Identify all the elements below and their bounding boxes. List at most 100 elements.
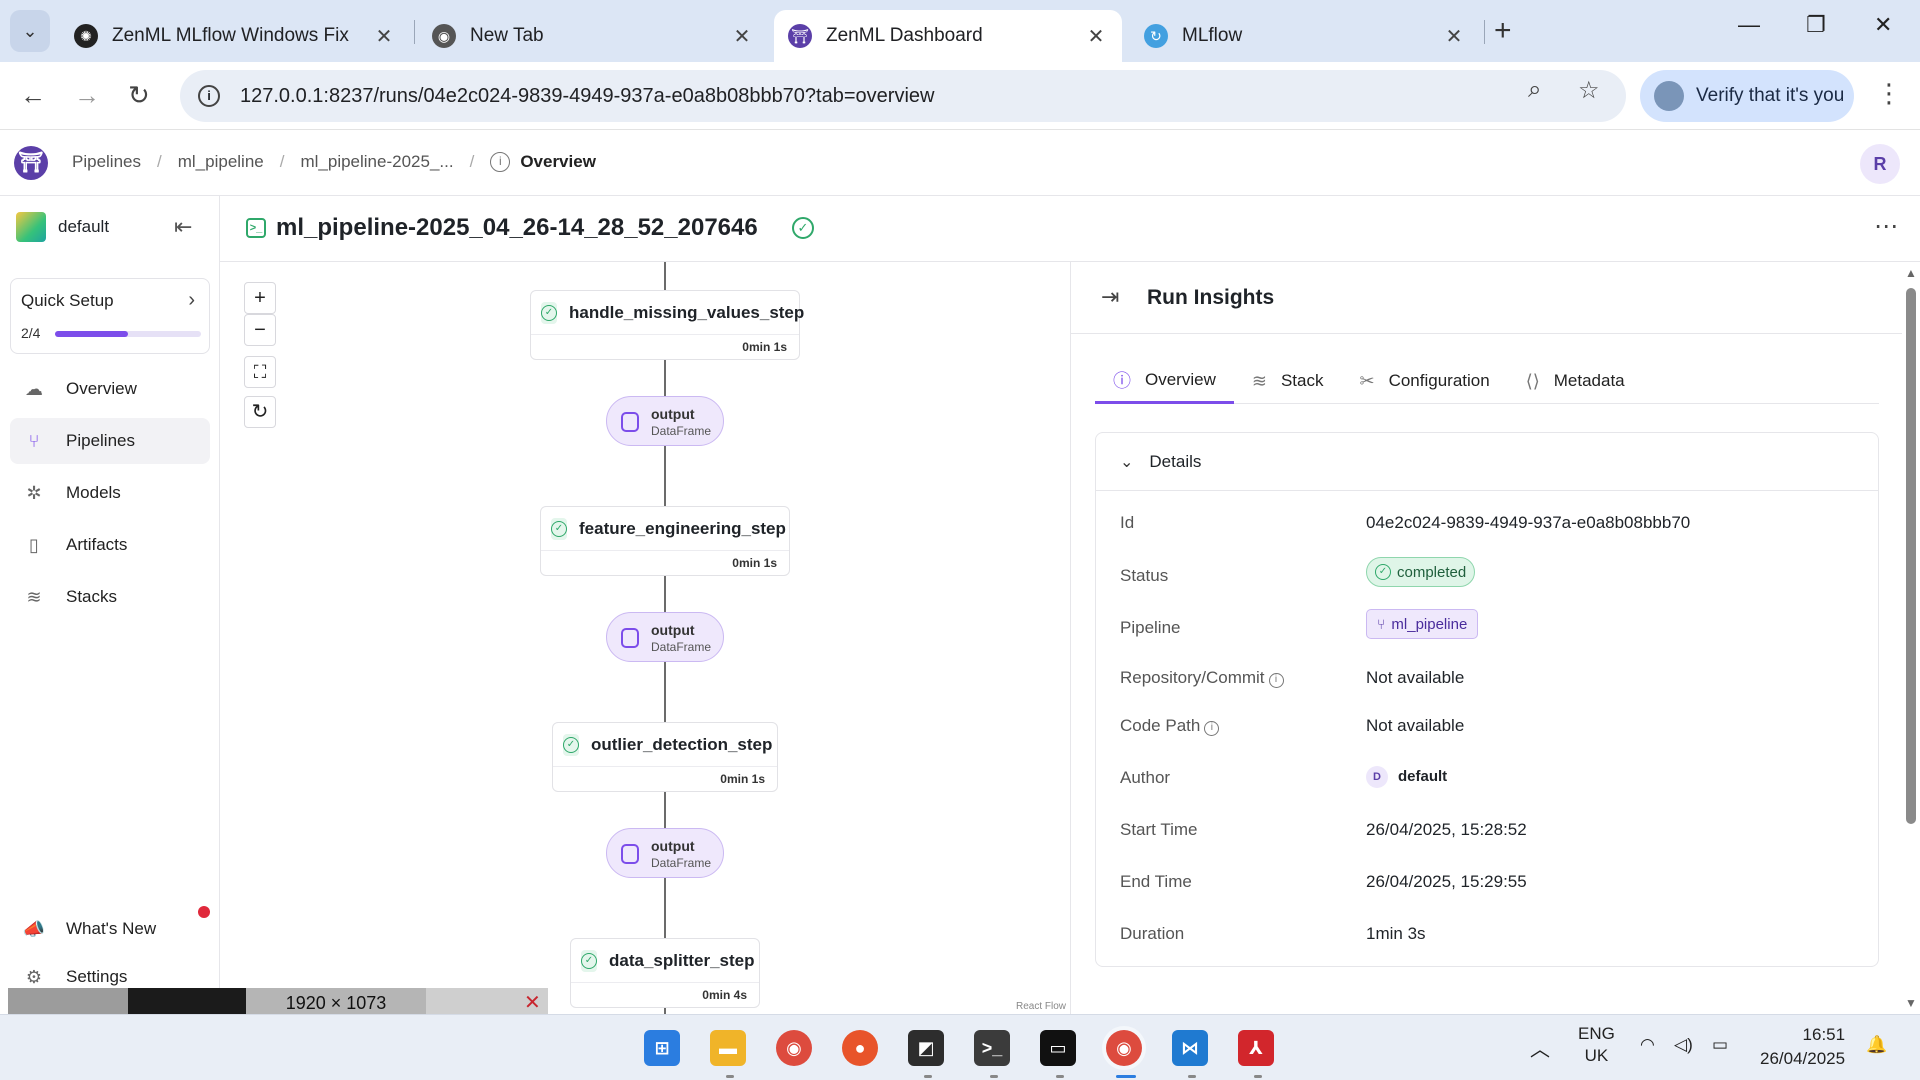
zoom-out-button[interactable]: − <box>244 314 276 346</box>
forward-arrow-icon[interactable]: → <box>74 80 100 111</box>
pipeline-badge[interactable]: ⑂ ml_pipeline <box>1366 609 1479 639</box>
recorder-icon[interactable]: ● <box>842 1030 878 1066</box>
sidebar-item-overview[interactable]: ☁ Overview <box>10 366 210 412</box>
close-tab-icon[interactable]: ✕ <box>730 24 754 49</box>
sidebar-item-models[interactable]: ✲ Models <box>10 470 210 516</box>
zoom-icon[interactable]: ⌕ <box>1528 76 1541 104</box>
zenml-logo[interactable]: ⛩ <box>14 146 48 180</box>
tab-mlflow[interactable]: ↻ MLflow ✕ <box>1130 10 1480 62</box>
capture-close-icon[interactable]: ✕ <box>524 990 541 1014</box>
info-icon[interactable]: i <box>1268 673 1284 688</box>
close-tab-icon[interactable]: ✕ <box>372 24 396 49</box>
run-title: ml_pipeline-2025_04_26-14_28_52_207646 <box>276 214 758 241</box>
tab-title: New Tab <box>470 25 544 46</box>
bookmark-star-icon[interactable]: ☆ <box>1578 76 1600 105</box>
panel-title: Run Insights <box>1147 286 1275 309</box>
step-name: handle_missing_values_step <box>569 302 805 322</box>
wifi-icon[interactable]: ◠ <box>1640 1035 1655 1055</box>
terminal-icon[interactable]: >_ <box>974 1030 1010 1066</box>
refresh-layout-button[interactable]: ↻ <box>244 396 276 428</box>
details-toggle[interactable]: ⌄ Details <box>1096 433 1878 491</box>
sidebar-item-label: Pipelines <box>66 431 135 450</box>
notification-bell-icon[interactable]: 🔔 <box>1866 1035 1887 1055</box>
zoom-in-button[interactable]: + <box>244 282 276 314</box>
info-icon[interactable]: i <box>1204 721 1220 736</box>
window-close-icon[interactable]: ✕ <box>1874 12 1892 38</box>
tab-new-tab[interactable]: ◉ New Tab ✕ <box>418 10 768 62</box>
collapse-panel-icon[interactable]: ⇥ <box>1101 284 1119 310</box>
panel-scrollbar[interactable]: ▲ ▼ <box>1902 262 1920 1014</box>
acrobat-icon[interactable]: ⅄ <box>1238 1030 1274 1066</box>
scroll-up-arrow-icon[interactable]: ▲ <box>1905 266 1917 280</box>
tab-stack[interactable]: ≋ Stack <box>1234 358 1342 404</box>
collapse-sidebar-icon[interactable]: ⇤ <box>174 214 192 240</box>
site-info-icon[interactable]: i <box>198 85 220 107</box>
close-tab-icon[interactable]: ✕ <box>1442 24 1466 49</box>
sidebar-item-whats-new[interactable]: 📣 What's New <box>10 906 210 952</box>
back-arrow-icon[interactable]: ← <box>20 80 46 111</box>
info-icon: i <box>490 152 511 172</box>
sidebar: default ⇤ Quick Setup › 2/4 ☁ Overview ⑂… <box>0 196 220 1014</box>
detail-label: Repository/Commit i <box>1120 668 1284 688</box>
language-indicator[interactable]: ENG UK <box>1578 1023 1615 1067</box>
close-tab-icon[interactable]: ✕ <box>1084 24 1108 49</box>
dag-step-node[interactable]: ✓ outlier_detection_step 0min 1s <box>552 722 778 792</box>
battery-icon[interactable]: ▭ <box>1712 1035 1728 1055</box>
dag-artifact-node[interactable]: output DataFrame <box>606 828 724 878</box>
sidebar-item-label: Settings <box>66 967 128 986</box>
dag-step-node[interactable]: ✓ feature_engineering_step 0min 1s <box>540 506 790 576</box>
windows-start-icon[interactable]: ⊞ <box>644 1030 680 1066</box>
react-flow-attribution[interactable]: React Flow <box>1016 1001 1066 1012</box>
minimize-icon[interactable]: — <box>1738 12 1760 38</box>
artifact-type: DataFrame <box>651 424 712 438</box>
clock[interactable]: 16:51 26/04/2025 <box>1760 1023 1845 1071</box>
omnibox[interactable]: i 127.0.0.1:8237/runs/04e2c024-9839-4949… <box>180 70 1626 122</box>
screen-capture-toolbar[interactable]: 1920 × 1073 ✕ <box>8 988 548 1014</box>
dag-edge <box>664 792 666 828</box>
file-explorer-icon[interactable]: ▬ <box>710 1030 746 1066</box>
dag-step-node[interactable]: ✓ data_splitter_step 0min 4s <box>570 938 760 1008</box>
tab-search-button[interactable]: ⌄ <box>10 10 50 52</box>
sticky-notes-icon[interactable]: ◩ <box>908 1030 944 1066</box>
quick-setup-card[interactable]: Quick Setup › 2/4 <box>10 278 210 354</box>
tab-configuration[interactable]: ✂ Configuration <box>1341 358 1507 404</box>
profile-verify-button[interactable]: Verify that it's you <box>1640 70 1854 122</box>
chrome-icon[interactable]: ◉ <box>776 1030 812 1066</box>
detail-label: End Time <box>1120 872 1192 891</box>
tab-zenml-mlflow-fix[interactable]: ✺ ZenML MLflow Windows Fix ✕ <box>60 10 410 62</box>
new-tab-plus-icon[interactable]: + <box>1494 14 1512 48</box>
fit-view-button[interactable]: ⛶ <box>244 356 276 388</box>
browser-menu-icon[interactable]: ⋮ <box>1876 78 1902 109</box>
tab-metadata[interactable]: ⟨⟩ Metadata <box>1508 358 1643 404</box>
chrome-active-icon[interactable]: ◉ <box>1106 1030 1142 1066</box>
more-options-icon[interactable]: ⋯ <box>1874 212 1898 241</box>
restore-icon[interactable]: ❐ <box>1806 12 1826 38</box>
reload-icon[interactable]: ↻ <box>128 80 150 111</box>
tab-overview[interactable]: ⓘ Overview <box>1095 358 1234 404</box>
dag-artifact-node[interactable]: output DataFrame <box>606 612 724 662</box>
breadcrumb-pipelines[interactable]: Pipelines <box>72 152 141 172</box>
scroll-down-arrow-icon[interactable]: ▼ <box>1905 996 1917 1010</box>
scrollbar-thumb[interactable] <box>1906 288 1916 824</box>
breadcrumb-ml-pipeline[interactable]: ml_pipeline <box>178 152 264 172</box>
vscode-icon[interactable]: ⋈ <box>1172 1030 1208 1066</box>
dag-canvas[interactable]: + − ⛶ ↻ ✓ handle_missing_values_step 0min… <box>220 262 1070 1014</box>
dag-artifact-node[interactable]: output DataFrame <box>606 396 724 446</box>
insights-tabs: ⓘ Overview ≋ Stack ✂ Configuration ⟨⟩ Metada… <box>1095 358 1879 404</box>
volume-icon[interactable]: ◁) <box>1674 1035 1693 1055</box>
user-avatar[interactable]: R <box>1860 144 1900 184</box>
command-prompt-icon[interactable]: ▭ <box>1040 1030 1076 1066</box>
pipeline-icon: ⑂ <box>1377 616 1386 632</box>
dag-step-node[interactable]: ✓ handle_missing_values_step 0min 1s <box>530 290 804 360</box>
sidebar-item-stacks[interactable]: ≋ Stacks <box>10 574 210 620</box>
url-text[interactable]: 127.0.0.1:8237/runs/04e2c024-9839-4949-9… <box>240 85 934 108</box>
workspace-switcher[interactable]: default <box>16 212 109 242</box>
sidebar-item-pipelines[interactable]: ⑂ Pipelines <box>10 418 210 464</box>
sidebar-item-artifacts[interactable]: ▯ Artifacts <box>10 522 210 568</box>
workspace-name: default <box>58 217 110 236</box>
breadcrumb-run[interactable]: ml_pipeline-2025_... <box>300 152 453 172</box>
openai-icon: ✺ <box>74 24 98 48</box>
language-code: ENG <box>1578 1024 1615 1043</box>
tab-zenml-dashboard[interactable]: ⛩ ZenML Dashboard ✕ <box>774 10 1122 62</box>
tray-overflow-chevron-icon[interactable]: ︿ <box>1530 1033 1550 1062</box>
